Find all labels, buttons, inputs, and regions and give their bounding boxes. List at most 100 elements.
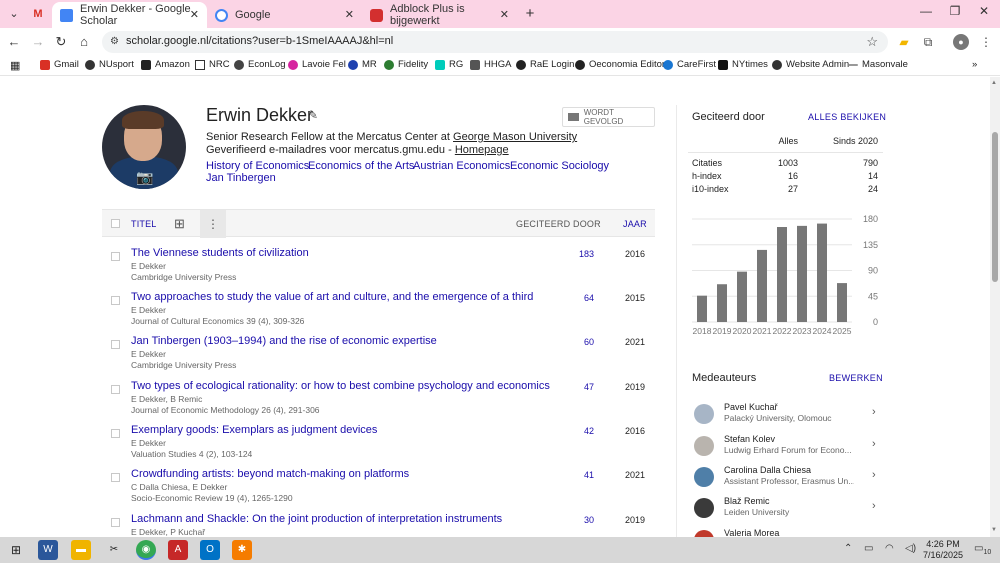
article-cited-count[interactable]: 60 xyxy=(564,337,594,347)
back-icon[interactable]: ← xyxy=(5,33,23,51)
bookmark-star-icon[interactable]: ☆ xyxy=(866,34,878,50)
bookmark-fidelity[interactable]: Fidelity xyxy=(384,59,428,70)
bookmark-hhga[interactable]: HHGA xyxy=(470,59,511,70)
article-title[interactable]: Two approaches to study the value of art… xyxy=(131,291,533,303)
outlook-icon[interactable]: O xyxy=(200,540,220,560)
page-scrollbar[interactable]: ▲ ▼ xyxy=(990,77,1000,537)
extensions-icon[interactable]: ⧉ xyxy=(920,34,936,50)
taskbar-clock[interactable]: 4:26 PM 7/16/2025 xyxy=(918,539,968,561)
windows-start-icon[interactable]: ⊞ xyxy=(6,540,26,560)
close-tab-icon[interactable]: ✕ xyxy=(500,8,509,21)
scroll-down-icon[interactable]: ▼ xyxy=(991,527,997,533)
chart-bar-2022[interactable] xyxy=(777,227,787,322)
bookmark-nytimes[interactable]: NYtimes xyxy=(718,59,768,70)
chart-bar-2019[interactable] xyxy=(717,284,727,322)
tray-chevron-icon[interactable]: ⌃ xyxy=(844,543,852,554)
article-checkbox[interactable] xyxy=(111,252,120,261)
article-cited-count[interactable]: 41 xyxy=(564,470,594,480)
chart-bar-2021[interactable] xyxy=(757,249,767,322)
chevron-right-icon[interactable]: › xyxy=(872,438,876,450)
coauthor-name[interactable]: Blaž Remic xyxy=(724,496,770,506)
word-icon[interactable]: W xyxy=(38,540,58,560)
acrobat-icon[interactable]: A xyxy=(168,540,188,560)
app-icon[interactable]: ✱ xyxy=(232,540,252,560)
article-checkbox[interactable] xyxy=(111,429,120,438)
apps-icon[interactable]: ▦ xyxy=(10,59,20,72)
chevron-right-icon[interactable]: › xyxy=(872,500,876,512)
edit-coauthors-link[interactable]: BEWERKEN xyxy=(829,373,883,383)
coauthor-name[interactable]: Stefan Kolev xyxy=(724,434,775,444)
coauthor-item[interactable]: Pavel Kuchař Palacký University, Olomouc… xyxy=(692,402,882,432)
article-title[interactable]: Two types of ecological rationality: or … xyxy=(131,380,550,392)
select-all-checkbox[interactable] xyxy=(111,219,120,228)
chart-bar-2024[interactable] xyxy=(817,223,827,322)
browser-menu-icon[interactable]: ⋮ xyxy=(978,34,994,50)
profile-photo[interactable]: 📷 xyxy=(102,105,186,189)
camera-icon[interactable]: 📷 xyxy=(136,169,153,186)
maximize-icon[interactable]: ❐ xyxy=(945,4,965,18)
affiliation-link[interactable]: George Mason University xyxy=(453,131,577,143)
more-bookmarks-icon[interactable]: » xyxy=(972,59,977,70)
battery-icon[interactable]: ▭ xyxy=(864,543,873,554)
interest-link[interactable]: Austrian Economics xyxy=(413,160,510,172)
metric-label[interactable]: Citaties xyxy=(692,158,722,168)
sort-title-link[interactable]: TITEL xyxy=(131,219,157,229)
coauthor-item[interactable]: Valeria Morea xyxy=(692,528,882,537)
coauthor-item[interactable]: Stefan Kolev Ludwig Erhard Forum for Eco… xyxy=(692,434,882,464)
bookmark-masonvale[interactable]: Masonvale xyxy=(848,59,908,70)
chart-bar-2023[interactable] xyxy=(797,225,807,322)
home-icon[interactable]: ⌂ xyxy=(75,33,93,51)
file-explorer-icon[interactable]: ▬ xyxy=(71,540,91,560)
add-article-icon[interactable]: ⊞ xyxy=(174,216,185,232)
notifications-icon[interactable]: ▭10 xyxy=(974,543,991,556)
view-all-link[interactable]: ALLES BEKIJKEN xyxy=(808,112,886,122)
scroll-up-icon[interactable]: ▲ xyxy=(991,80,997,86)
reload-icon[interactable]: ↻ xyxy=(52,33,70,51)
homepage-link[interactable]: Homepage xyxy=(455,144,509,156)
interest-link[interactable]: History of Economics xyxy=(206,160,309,172)
tab-scholar[interactable]: Erwin Dekker - Google Scholar ✕ xyxy=(52,2,207,28)
sort-year-link[interactable]: JAAR xyxy=(623,219,647,229)
article-title[interactable]: Crowdfunding artists: beyond match-makin… xyxy=(131,468,409,480)
article-title[interactable]: Jan Tinbergen (1903–1994) and the rise o… xyxy=(131,335,437,347)
article-cited-count[interactable]: 47 xyxy=(564,382,594,392)
coauthor-item[interactable]: Blaž Remic Leiden University › xyxy=(692,496,882,526)
bookmark-rae[interactable]: RaE Login xyxy=(516,59,574,70)
close-tab-icon[interactable]: ✕ xyxy=(190,8,199,21)
minimize-icon[interactable]: — xyxy=(916,4,936,18)
tab-search-icon[interactable]: ⌄ xyxy=(4,4,24,24)
address-bar[interactable]: ⚙ scholar.google.nl/citations?user=b-1Sm… xyxy=(102,31,888,53)
article-checkbox[interactable] xyxy=(111,518,120,527)
bookmark-amazon[interactable]: Amazon xyxy=(141,59,190,70)
volume-icon[interactable]: ◁) xyxy=(905,543,916,554)
article-checkbox[interactable] xyxy=(111,296,120,305)
metric-label[interactable]: i10-index xyxy=(692,184,729,194)
bookmark-lavoie[interactable]: Lavoie Fel xyxy=(288,59,346,70)
new-tab-icon[interactable]: + xyxy=(520,4,540,24)
coauthor-name[interactable]: Valeria Morea xyxy=(724,528,779,537)
tab-google[interactable]: Google ✕ xyxy=(207,2,362,28)
url-text[interactable]: scholar.google.nl/citations?user=b-1SmeI… xyxy=(126,35,393,47)
article-title[interactable]: The Viennese students of civilization xyxy=(131,247,309,259)
article-title[interactable]: Lachmann and Shackle: On the joint produ… xyxy=(131,513,502,525)
coauthor-name[interactable]: Carolina Dalla Chiesa xyxy=(724,465,811,475)
chrome-icon[interactable]: ◉ xyxy=(136,540,156,560)
article-cited-count[interactable]: 64 xyxy=(564,293,594,303)
coauthor-name[interactable]: Pavel Kuchař xyxy=(724,402,778,412)
wifi-icon[interactable]: ◠ xyxy=(885,543,894,554)
article-checkbox[interactable] xyxy=(111,385,120,394)
article-title[interactable]: Exemplary goods: Exemplars as judgment d… xyxy=(131,424,377,436)
article-checkbox[interactable] xyxy=(111,340,120,349)
article-cited-count[interactable]: 42 xyxy=(564,426,594,436)
profile-avatar-icon[interactable]: ● xyxy=(953,34,969,50)
bookmark-website-admin[interactable]: Website Admin xyxy=(772,59,849,70)
chart-bar-2018[interactable] xyxy=(697,295,707,322)
coauthor-item[interactable]: Carolina Dalla Chiesa Assistant Professo… xyxy=(692,465,882,495)
follow-button[interactable]: WORDT GEVOLGD xyxy=(562,107,655,127)
bookmark-mr[interactable]: MR xyxy=(348,59,377,70)
forward-icon[interactable]: → xyxy=(29,33,47,51)
article-checkbox[interactable] xyxy=(111,473,120,482)
edit-pencil-icon[interactable]: ✎ xyxy=(308,108,318,122)
bookmark-carefirst[interactable]: CareFirst xyxy=(663,59,716,70)
bookmark-econlog[interactable]: EconLog xyxy=(234,59,286,70)
